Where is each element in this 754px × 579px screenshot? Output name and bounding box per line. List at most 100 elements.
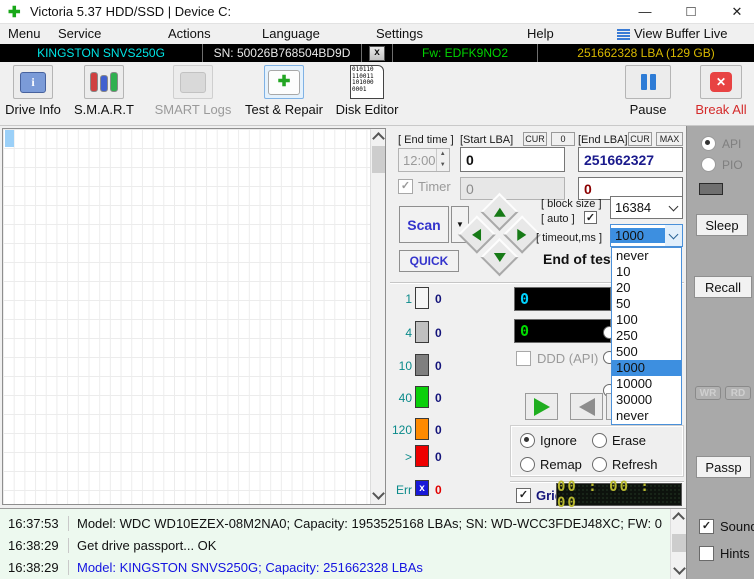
ddd-checkbox-box	[516, 351, 531, 366]
dropdown-option[interactable]: 50	[612, 296, 681, 312]
play-forward-button[interactable]	[525, 393, 558, 420]
auto-checkbox[interactable]: ✓	[584, 211, 597, 224]
recall-button[interactable]: Recall	[694, 276, 752, 298]
spinner-arrows-icon[interactable]: ▲▼	[436, 149, 449, 171]
radio-refresh-circle	[592, 457, 607, 472]
radio-refresh[interactable]: Refresh	[592, 457, 658, 472]
counter-label-4: 4	[392, 326, 412, 340]
radio-ignore[interactable]: Ignore	[520, 433, 577, 448]
end-time-spinner[interactable]: 12:00 ▲▼	[398, 148, 450, 172]
dropdown-option-selected[interactable]: 1000	[612, 360, 681, 376]
menu-item-help[interactable]: Help	[527, 26, 554, 41]
sleep-button[interactable]: Sleep	[696, 214, 748, 236]
break-all-button[interactable]: ✕ Break All	[690, 65, 752, 117]
canvas-vertical-scrollbar[interactable]	[370, 129, 385, 504]
timer-label: Timer	[418, 179, 451, 194]
device-capacity: 251662328 LBA (129 GB)	[577, 46, 714, 60]
maximize-button[interactable]: □	[676, 2, 706, 22]
scan-surface-canvas[interactable]	[2, 128, 386, 505]
pause-label: Pause	[630, 102, 667, 117]
dropdown-option[interactable]: 100	[612, 312, 681, 328]
hints-checkbox[interactable]: Hints	[699, 546, 750, 561]
device-info-bar: KINGSTON SNVS250G SN: 50026B768504BD9D x…	[0, 44, 754, 62]
log-text: Model: KINGSTON SNVS250G; Capacity: 2516…	[68, 560, 662, 575]
hints-label: Hints	[720, 546, 750, 561]
arrow-down-icon	[494, 253, 506, 262]
counter-block-120	[415, 418, 429, 440]
smart-logs-label: SMART Logs	[155, 102, 232, 117]
log-side-panel: ✓ Sound Hints	[686, 508, 754, 579]
counter-label-10: 10	[392, 359, 412, 373]
log-row: 16:38:29 Get drive passport... OK	[0, 534, 662, 556]
menu-item-actions[interactable]: Actions	[168, 26, 211, 41]
scroll-up-icon[interactable]	[372, 132, 385, 145]
dropdown-option[interactable]: never	[612, 248, 681, 264]
counter-count-4: 0	[435, 326, 442, 340]
toolbar: i Drive Info S.M.A.R.T i SMART Logs ✚ Te…	[0, 62, 754, 126]
menu-item-language[interactable]: Language	[262, 26, 320, 41]
start-lba-zero-button[interactable]: 0	[551, 132, 575, 146]
ddd-label: DDD (API)	[537, 351, 598, 366]
start-lba-cur-button[interactable]: CUR	[523, 132, 547, 146]
pause-button[interactable]: Pause	[614, 65, 682, 117]
log-scroll-thumb[interactable]	[672, 534, 686, 552]
ddd-api-checkbox: DDD (API)	[516, 351, 598, 366]
close-button[interactable]: ✕	[722, 2, 752, 22]
test-repair-button[interactable]: ✚ Test & Repair	[240, 65, 328, 117]
app-icon: ✚	[8, 3, 21, 21]
dropdown-option[interactable]: never	[612, 408, 681, 424]
disk-editor-icon: 010110 110011 101000 0001	[350, 65, 384, 99]
radio-erase-label: Erase	[612, 433, 646, 448]
end-lba-cur-button[interactable]: CUR	[628, 132, 652, 146]
menu-item-view-buffer-live[interactable]: View Buffer Live	[634, 26, 727, 41]
counter-count-gt: 0	[435, 450, 442, 464]
counter-count-40: 0	[435, 391, 442, 405]
dropdown-option[interactable]: 20	[612, 280, 681, 296]
minimize-button[interactable]: —	[630, 2, 660, 22]
dropdown-option[interactable]: 30000	[612, 392, 681, 408]
counter-label-120: 120	[388, 423, 412, 437]
counter-count-120: 0	[435, 423, 442, 437]
disk-editor-button[interactable]: 010110 110011 101000 0001 Disk Editor	[334, 65, 400, 117]
start-lba-input[interactable]: 0	[460, 147, 565, 172]
block-size-combo[interactable]: 16384	[610, 196, 683, 219]
scroll-down-icon[interactable]	[372, 487, 385, 500]
scan-button[interactable]: Scan	[399, 206, 449, 243]
arrow-up-icon	[494, 207, 506, 216]
menu-item-menu[interactable]: Menu	[8, 26, 41, 41]
end-lba-input[interactable]: 251662327	[578, 147, 683, 172]
scroll-down-icon[interactable]	[673, 562, 686, 575]
timeout-value: 1000	[611, 228, 665, 243]
counter-label-1: 1	[392, 292, 412, 306]
start-lba-label: [Start LBA]	[460, 134, 513, 146]
victoria-app-window: ✚ Victoria 5.37 HDD/SSD | Device C: — □ …	[0, 0, 754, 579]
smart-button[interactable]: S.M.A.R.T	[72, 65, 136, 117]
radio-remap-circle	[520, 457, 535, 472]
radio-refresh-label: Refresh	[612, 457, 658, 472]
radio-remap[interactable]: Remap	[520, 457, 582, 472]
passp-button[interactable]: Passp	[696, 456, 751, 478]
scroll-up-icon[interactable]	[672, 512, 685, 525]
drive-info-button[interactable]: i Drive Info	[2, 65, 64, 117]
log-vertical-scrollbar[interactable]	[670, 509, 686, 579]
sound-checkbox[interactable]: ✓ Sound	[699, 519, 754, 534]
test-repair-label: Test & Repair	[245, 102, 323, 117]
dropdown-option[interactable]: 250	[612, 328, 681, 344]
smart-label: S.M.A.R.T	[74, 102, 134, 117]
sound-label: Sound	[720, 519, 754, 534]
menu-item-settings[interactable]: Settings	[376, 26, 423, 41]
break-all-label: Break All	[695, 102, 746, 117]
serial-close-button[interactable]: x	[369, 46, 385, 61]
end-lba-max-button[interactable]: MAX	[656, 132, 683, 146]
dropdown-option[interactable]: 10	[612, 264, 681, 280]
radio-erase[interactable]: Erase	[592, 433, 646, 448]
menu-item-service[interactable]: Service	[58, 26, 101, 41]
timeout-combo[interactable]: 1000	[610, 224, 683, 247]
dropdown-option[interactable]: 500	[612, 344, 681, 360]
quick-button[interactable]: QUICK	[399, 250, 459, 272]
chevron-down-icon	[669, 201, 679, 211]
radio-pio: PIO	[701, 157, 743, 172]
dropdown-option[interactable]: 10000	[612, 376, 681, 392]
canvas-scroll-thumb[interactable]	[372, 146, 385, 173]
step-back-button[interactable]	[570, 393, 603, 420]
